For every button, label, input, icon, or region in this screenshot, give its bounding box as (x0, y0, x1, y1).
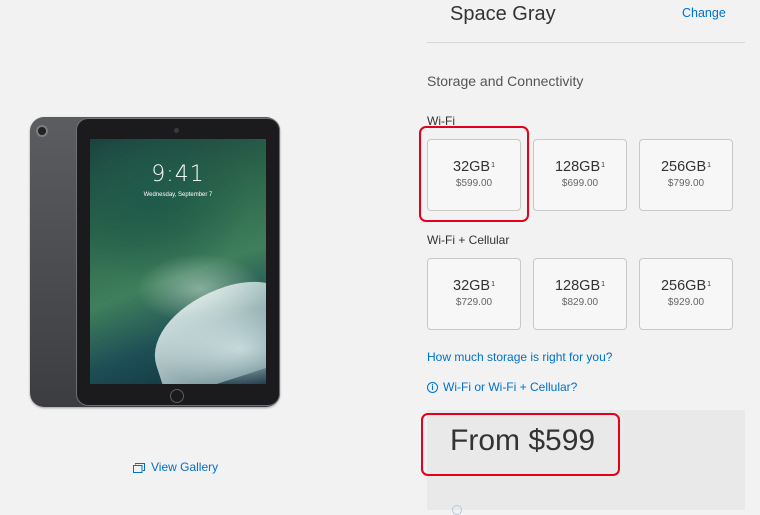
footnote-marker: 1 (491, 281, 495, 288)
cellular-32gb-option[interactable]: 32GB1 $729.00 (427, 258, 521, 330)
cellular-128gb-option[interactable]: 128GB1 $829.00 (533, 258, 627, 330)
lockscreen-time: 9:41 (151, 162, 205, 187)
gallery-icon (133, 462, 145, 473)
info-icon: i (427, 381, 438, 393)
footnote-marker: 1 (707, 281, 712, 288)
change-color-link[interactable]: Change (682, 6, 726, 20)
footnote-marker: 1 (601, 281, 606, 288)
option-capacity-value: 32GB (453, 278, 491, 294)
rear-camera (36, 125, 48, 137)
selected-color-name: Space Gray (450, 3, 556, 25)
option-price: $699.00 (561, 178, 599, 189)
footnote-marker: 1 (601, 162, 606, 169)
option-capacity-value: 256GB (660, 278, 707, 294)
option-capacity: 32GB1 (428, 278, 520, 294)
panel-indicator-icon (452, 505, 462, 515)
front-camera (174, 128, 179, 133)
option-price: $599.00 (455, 178, 493, 189)
option-capacity-value: 32GB (453, 159, 491, 175)
ipad-screen: 9:41 Wednesday, September 7 (90, 139, 266, 384)
starting-price: From $599 (450, 424, 596, 457)
view-gallery-label: View Gallery (151, 460, 219, 474)
footnote-marker: 1 (707, 162, 712, 169)
wifi-group-label: Wi-Fi (427, 114, 455, 128)
connectivity-help-link[interactable]: i Wi-Fi or Wi-Fi + Cellular? (427, 380, 577, 394)
option-capacity: 32GB1 (428, 159, 520, 175)
option-capacity-value: 128GB (554, 159, 601, 175)
ipad-front: 9:41 Wednesday, September 7 (76, 118, 280, 406)
option-capacity: 256GB1 (640, 159, 732, 175)
cellular-256gb-option[interactable]: 256GB1 $929.00 (639, 258, 733, 330)
option-price: $729.00 (455, 297, 493, 308)
wallpaper-wave (139, 268, 266, 384)
product-image: 9:41 Wednesday, September 7 (30, 117, 280, 407)
wifi-32gb-option[interactable]: 32GB1 $599.00 (427, 139, 521, 211)
option-capacity: 128GB1 (534, 159, 626, 175)
connectivity-help-label: Wi-Fi or Wi-Fi + Cellular? (443, 380, 578, 394)
cellular-group-label: Wi-Fi + Cellular (427, 233, 510, 247)
option-price: $929.00 (667, 297, 705, 308)
footnote-marker: 1 (491, 162, 495, 169)
wifi-128gb-option[interactable]: 128GB1 $699.00 (533, 139, 627, 211)
storage-section-title: Storage and Connectivity (427, 73, 584, 89)
lockscreen-date: Wednesday, September 7 (143, 192, 213, 198)
option-capacity-value: 256GB (660, 159, 707, 175)
storage-help-link[interactable]: How much storage is right for you? (427, 350, 612, 364)
option-capacity: 128GB1 (534, 278, 626, 294)
option-price: $829.00 (561, 297, 599, 308)
home-button (170, 389, 184, 403)
option-price: $799.00 (667, 178, 705, 189)
divider (427, 42, 745, 43)
view-gallery-link[interactable]: View Gallery (133, 460, 218, 474)
wifi-256gb-option[interactable]: 256GB1 $799.00 (639, 139, 733, 211)
option-capacity-value: 128GB (554, 278, 601, 294)
option-capacity: 256GB1 (640, 278, 732, 294)
